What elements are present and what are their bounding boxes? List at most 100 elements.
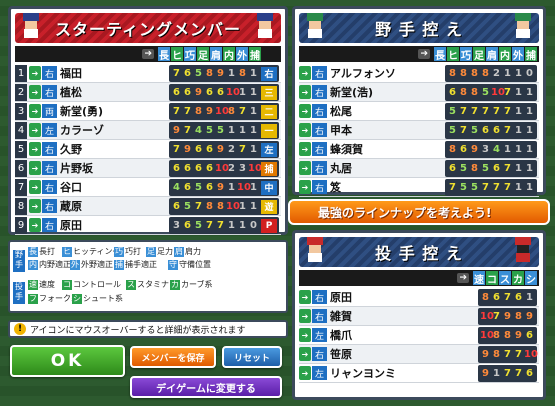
move-arrow-icon[interactable]: ➔: [29, 66, 41, 80]
player-row[interactable]: 5 ➔ 右久野 7 9 6 6 9 2 7 1 左: [15, 140, 281, 159]
player-name[interactable]: 片野坂: [60, 160, 93, 176]
column-header[interactable]: 肩: [210, 47, 222, 62]
player-name[interactable]: 新堂(浩): [330, 84, 373, 100]
column-header[interactable]: ヒ: [447, 47, 459, 62]
column-header[interactable]: カ: [512, 271, 524, 286]
column-header[interactable]: 捕: [249, 47, 261, 62]
player-name[interactable]: 笈: [330, 179, 341, 195]
player-name[interactable]: 原田: [60, 217, 82, 233]
move-arrow-icon[interactable]: ➔: [299, 347, 311, 361]
position-badge[interactable]: 左: [261, 142, 277, 157]
player-name[interactable]: 蜂須賀: [330, 141, 363, 157]
player-row[interactable]: ➔ 左リャンヨンミ 9 1 7 7 6: [299, 364, 539, 383]
player-name[interactable]: リャンヨンミ: [330, 365, 396, 381]
column-header[interactable]: 肩: [486, 47, 498, 62]
move-arrow-icon[interactable]: ➔: [299, 123, 311, 137]
move-arrow-icon[interactable]: ➔: [299, 66, 311, 80]
column-header[interactable]: 足: [473, 47, 485, 62]
player-row[interactable]: ➔ 右丸居 6 5 8 5 6 7 1 1: [299, 159, 539, 178]
ok-button[interactable]: OK: [10, 345, 125, 377]
move-arrow-icon[interactable]: ➔: [29, 85, 41, 99]
column-header[interactable]: 長: [158, 47, 170, 62]
move-arrow-icon[interactable]: ➔: [299, 309, 311, 323]
column-header[interactable]: 捕: [525, 47, 537, 62]
position-badge[interactable]: 捕: [261, 161, 277, 176]
player-name[interactable]: 橋爪: [330, 327, 352, 343]
player-row[interactable]: ➔ 右原田 8 6 7 6 1: [299, 288, 539, 307]
move-arrow-icon[interactable]: ➔: [299, 328, 311, 342]
player-name[interactable]: 丸居: [330, 160, 352, 176]
player-name[interactable]: 松尾: [330, 103, 352, 119]
player-row[interactable]: ➔ 右蜂須賀 8 6 9 3 4 1 1 1: [299, 140, 539, 159]
player-name[interactable]: 谷口: [60, 179, 82, 195]
column-header[interactable]: 巧: [184, 47, 196, 62]
player-row[interactable]: ➔ 右雑賀 10 7 9 8 9: [299, 307, 539, 326]
player-name[interactable]: 植松: [60, 84, 82, 100]
player-row[interactable]: ➔ 左橋爪 10 8 8 9 6: [299, 326, 539, 345]
player-name[interactable]: 蔵原: [60, 198, 82, 214]
move-arrow-icon[interactable]: ➔: [299, 161, 311, 175]
move-arrow-icon[interactable]: ➔: [29, 180, 41, 194]
column-header[interactable]: シ: [525, 271, 537, 286]
position-badge[interactable]: 一: [261, 123, 277, 138]
player-row[interactable]: ➔ 右甲本 5 7 5 6 6 7 1 1: [299, 121, 539, 140]
stat-value: 1: [228, 125, 235, 136]
move-arrow-icon[interactable]: ➔: [29, 104, 41, 118]
player-name[interactable]: 久野: [60, 141, 82, 157]
move-arrow-icon[interactable]: ➔: [29, 161, 41, 175]
column-header[interactable]: ス: [499, 271, 511, 286]
move-arrow-icon[interactable]: ➔: [299, 85, 311, 99]
position-badge[interactable]: 遊: [261, 199, 277, 214]
position-badge[interactable]: P: [261, 218, 277, 233]
player-name[interactable]: 甲本: [330, 122, 352, 138]
move-arrow-icon[interactable]: ➔: [29, 199, 41, 213]
column-header[interactable]: 速: [473, 271, 485, 286]
player-row[interactable]: ➔ 右松尾 5 7 7 7 7 7 1 1: [299, 102, 539, 121]
column-header[interactable]: ヒ: [171, 47, 183, 62]
player-row[interactable]: 1 ➔ 右福田 7 6 5 8 9 1 8 1 右: [15, 64, 281, 83]
stat-value: 10: [226, 87, 240, 98]
move-arrow-icon[interactable]: ➔: [29, 142, 41, 156]
column-header[interactable]: 内: [499, 47, 511, 62]
move-arrow-icon[interactable]: ➔: [29, 123, 41, 137]
player-name[interactable]: 新堂(勇): [60, 103, 103, 119]
player-row[interactable]: 6 ➔ 右片野坂 6 6 6 6 10 2 3 10 捕: [15, 159, 281, 178]
player-row[interactable]: ➔ 右笹原 9 8 7 7 10: [299, 345, 539, 364]
player-name[interactable]: アルフォンソ: [330, 65, 396, 81]
column-header[interactable]: 外: [512, 47, 524, 62]
player-row[interactable]: ➔ 右アルフォンソ 8 8 8 8 2 1 1 0: [299, 64, 539, 83]
player-row[interactable]: 7 ➔ 右谷口 4 6 5 6 9 1 10 1 中: [15, 178, 281, 197]
save-members-button[interactable]: メンバーを保存: [130, 346, 216, 368]
player-row[interactable]: ➔ 右新堂(浩) 6 8 8 5 10 7 1 1: [299, 83, 539, 102]
player-name[interactable]: 福田: [60, 65, 82, 81]
player-row[interactable]: 8 ➔ 右蔵原 6 5 7 8 8 10 1 1 遊: [15, 197, 281, 216]
move-arrow-icon[interactable]: ➔: [29, 218, 41, 232]
player-name[interactable]: 雑賀: [330, 308, 352, 324]
player-row[interactable]: 9 ➔ 右原田 3 6 5 7 7 1 1 0 P: [15, 216, 281, 235]
column-header[interactable]: 足: [197, 47, 209, 62]
move-arrow-icon[interactable]: ➔: [299, 290, 311, 304]
player-row[interactable]: 4 ➔ 左カラーゾ 9 7 4 5 5 1 1 1 一: [15, 121, 281, 140]
day-game-button[interactable]: デイゲームに変更する: [130, 376, 282, 398]
column-header[interactable]: 外: [236, 47, 248, 62]
move-arrow-icon[interactable]: ➔: [299, 366, 311, 380]
move-arrow-icon[interactable]: ➔: [299, 104, 311, 118]
position-badge[interactable]: 三: [261, 85, 277, 100]
player-name[interactable]: カラーゾ: [60, 122, 104, 138]
column-header[interactable]: 長: [434, 47, 446, 62]
player-row[interactable]: 3 ➔ 両新堂(勇) 7 7 8 9 10 8 7 1 二: [15, 102, 281, 121]
player-row[interactable]: 2 ➔ 右植松 6 6 9 6 6 10 1 1 三: [15, 83, 281, 102]
position-badge[interactable]: 中: [261, 180, 277, 195]
column-header[interactable]: コ: [486, 271, 498, 286]
reset-button[interactable]: リセット: [222, 346, 282, 368]
position-badge[interactable]: 二: [261, 104, 277, 119]
column-header[interactable]: 巧: [460, 47, 472, 62]
move-arrow-icon[interactable]: ➔: [299, 180, 311, 194]
position-badge[interactable]: 右: [261, 66, 277, 81]
player-row[interactable]: ➔ 右笈 7 5 5 7 7 7 1 1: [299, 178, 539, 197]
column-header[interactable]: 内: [223, 47, 235, 62]
stat-value: 8: [493, 349, 500, 360]
player-name[interactable]: 笹原: [330, 346, 352, 362]
move-arrow-icon[interactable]: ➔: [299, 142, 311, 156]
player-name[interactable]: 原田: [330, 289, 352, 305]
